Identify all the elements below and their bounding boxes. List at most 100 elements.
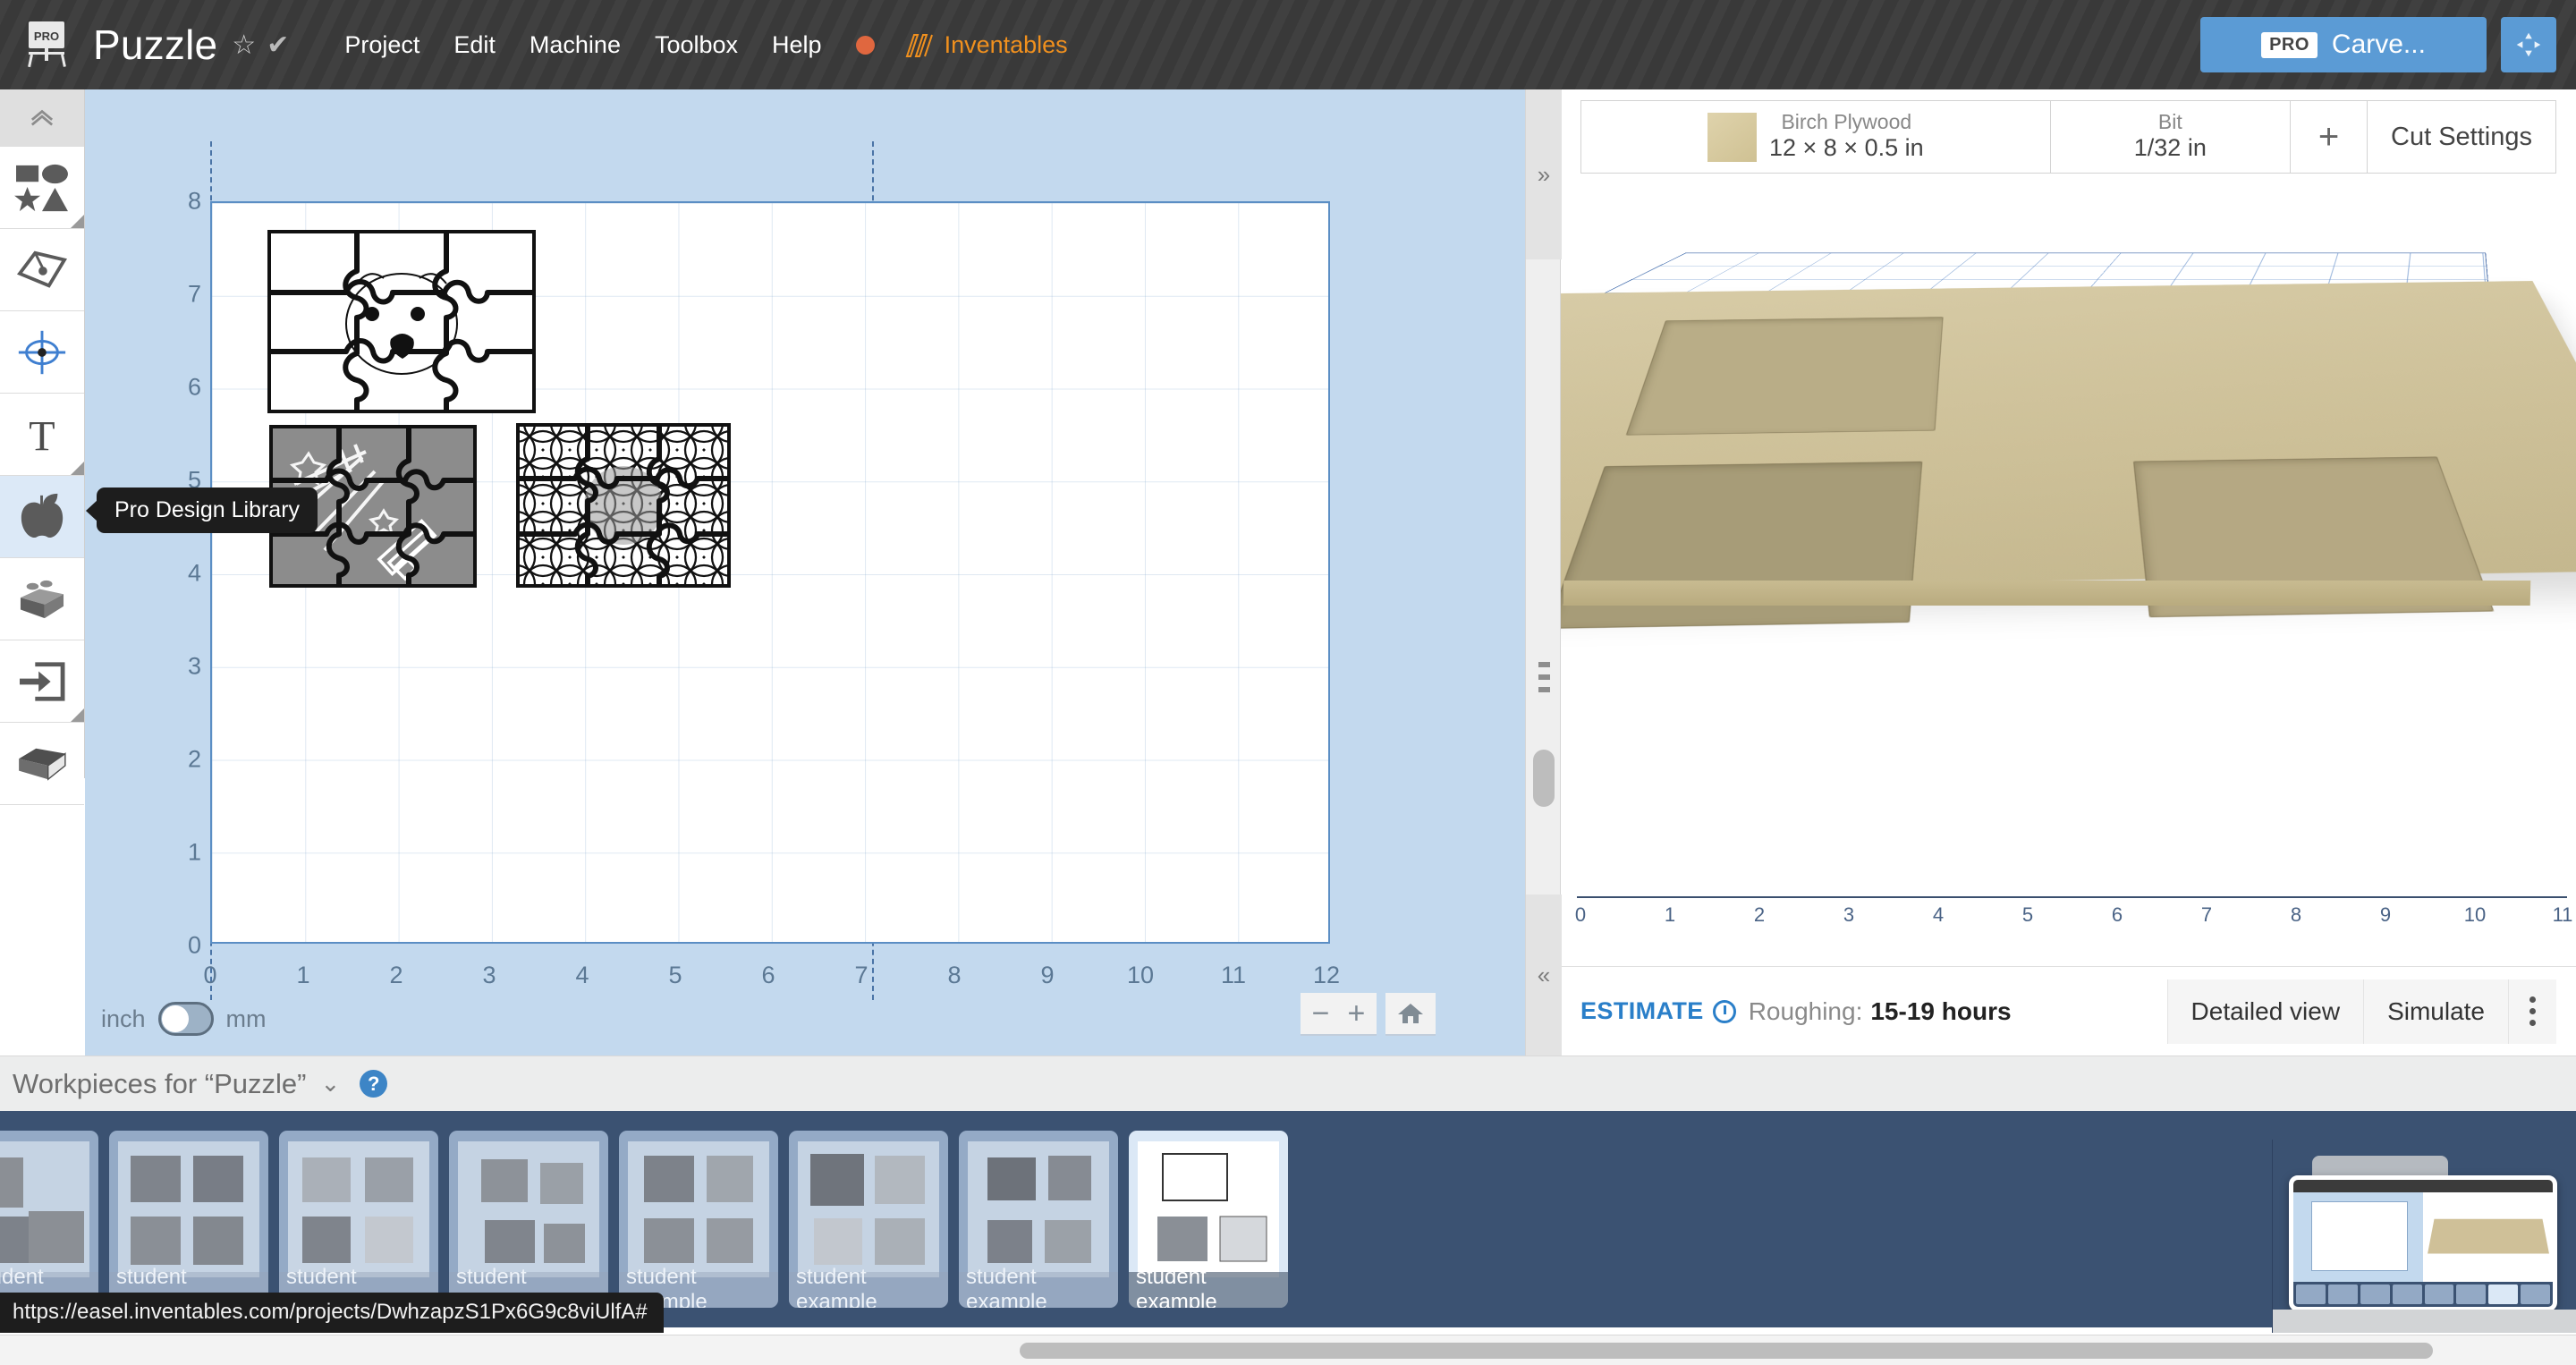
workpiece-label: student example — [789, 1265, 948, 1308]
page-title: Puzzle — [93, 21, 218, 68]
toggle-knob — [161, 1005, 189, 1032]
zoom-out-button[interactable]: − — [1312, 996, 1330, 1031]
x-tick: 4 — [575, 962, 589, 988]
pro-badge: PRO — [2261, 31, 2318, 58]
collapse-preview-button[interactable]: « — [1526, 894, 1562, 1056]
sidebar-item-building-blocks[interactable] — [0, 558, 84, 640]
sidebar-item-text-tool[interactable]: T — [0, 394, 84, 476]
list-item[interactable]: student example — [789, 1131, 948, 1308]
material-name: Birch Plywood — [1781, 109, 1912, 133]
x-tick: 3 — [482, 962, 496, 988]
roughing-label: Roughing: — [1748, 996, 1863, 1025]
sidebar-item-pro-design-library[interactable] — [0, 476, 84, 558]
screen-share-preview[interactable] — [2272, 1140, 2576, 1333]
lattice-pattern-puzzle[interactable] — [516, 423, 731, 588]
dog-face-carve — [1625, 317, 1944, 436]
unit-toggle-switch[interactable] — [157, 1002, 214, 1036]
zoom-in-button[interactable]: + — [1348, 996, 1366, 1031]
y-axis-ruler: 8 7 6 5 4 3 2 1 0 — [139, 188, 201, 959]
preview-canvas — [2293, 1192, 2423, 1282]
carve-button[interactable]: PRO Carve... — [2200, 17, 2487, 72]
sidebar-item-import[interactable] — [0, 640, 84, 723]
list-item[interactable]: student example — [279, 1131, 438, 1308]
y-tick: 6 — [187, 373, 201, 401]
zoom-buttons[interactable]: − + — [1301, 993, 1377, 1036]
three-d-preview[interactable]: 0 1 2 3 4 5 6 7 8 9 10 11 — [1561, 175, 2576, 962]
submenu-corner-icon — [71, 462, 84, 475]
preview-tick: 8 — [2290, 903, 2302, 926]
estimate-label: ESTIMATE — [1580, 997, 1704, 1024]
menu-project[interactable]: Project — [344, 31, 419, 59]
x-tick: 10 — [1126, 962, 1155, 988]
list-item-selected[interactable]: student example — [1129, 1131, 1288, 1308]
simulate-button[interactable]: Simulate — [2363, 979, 2508, 1044]
sidebar-item-origin-point[interactable] — [0, 311, 84, 394]
top-menu-bar: PRO Puzzle ☆ ✔ Project Edit Machine Tool… — [0, 0, 2576, 89]
sidebar-item-pen-tool[interactable] — [0, 229, 84, 311]
workpiece-thumbnail — [798, 1141, 939, 1277]
list-item[interactable]: student example — [619, 1131, 778, 1308]
material-selector[interactable]: Birch Plywood 12 × 8 × 0.5 in — [1581, 101, 2051, 173]
workpiece-label: student example — [959, 1265, 1118, 1308]
jog-control-icon[interactable] — [2501, 17, 2556, 72]
list-item[interactable]: student example — [449, 1131, 608, 1308]
cut-settings-button[interactable]: Cut Settings — [2368, 101, 2555, 173]
menu-edit[interactable]: Edit — [453, 31, 496, 59]
easel-pro-icon[interactable]: PRO — [23, 20, 70, 70]
sidebar-item-shapes[interactable] — [0, 147, 84, 229]
svg-text:T: T — [29, 412, 55, 457]
design-canvas[interactable]: 8 7 6 5 4 3 2 1 0 0 1 2 3 4 5 6 7 8 9 10… — [85, 89, 1525, 1056]
x-tick: 6 — [761, 962, 775, 988]
horizontal-scrollbar[interactable] — [0, 1335, 2576, 1365]
workpieces-title: Workpieces for “Puzzle” — [13, 1067, 307, 1099]
help-circle-icon[interactable]: ? — [360, 1070, 388, 1098]
unit-label-inch: inch — [101, 1005, 146, 1032]
unit-toggle[interactable]: inch mm — [101, 1002, 267, 1036]
submenu-corner-icon — [71, 215, 84, 228]
dog-eye-right — [411, 307, 425, 321]
x-tick: 11 — [1220, 962, 1247, 988]
workpiece-thumbnail — [288, 1141, 429, 1277]
preview-tick: 7 — [2200, 903, 2213, 926]
y-tick: 2 — [187, 745, 201, 773]
panel-splitter[interactable]: » « — [1525, 89, 1562, 1056]
detailed-view-button[interactable]: Detailed view — [2166, 979, 2364, 1044]
bit-value: 1/32 in — [2133, 134, 2207, 162]
laptop-screen-preview — [2289, 1175, 2557, 1311]
preview-workpiece — [2311, 1201, 2408, 1271]
preview-ruler: 0 1 2 3 4 5 6 7 8 9 10 11 — [1561, 896, 2576, 936]
svg-text:PRO: PRO — [34, 30, 59, 43]
expand-preview-button[interactable]: » — [1526, 89, 1562, 259]
dog-face-puzzle[interactable] — [267, 230, 536, 413]
scrollbar-thumb[interactable] — [1020, 1343, 2433, 1359]
status-bar-url: https://easel.inventables.com/projects/D… — [0, 1293, 664, 1333]
add-bit-button[interactable]: + — [2291, 101, 2368, 173]
roughing-value: 15-19 hours — [1870, 996, 2012, 1025]
clock-icon — [1712, 999, 1736, 1023]
bit-selector[interactable]: Bit 1/32 in — [2051, 101, 2292, 173]
star-icon[interactable]: ☆ — [232, 30, 256, 61]
sidebar-item-collapse-toolbar[interactable] — [0, 89, 84, 147]
list-item[interactable]: student example — [109, 1131, 268, 1308]
x-tick: 2 — [389, 962, 403, 988]
kebab-menu-icon[interactable] — [2508, 979, 2556, 1044]
list-item[interactable]: student example — [0, 1131, 98, 1308]
preview-tick: 4 — [1932, 903, 1945, 926]
preview-3d — [2423, 1192, 2553, 1282]
chevron-down-double-icon[interactable]: ⌄ — [320, 1070, 340, 1098]
sidebar-item-three-d-shapes[interactable] — [0, 723, 84, 805]
preview-board — [2427, 1218, 2549, 1254]
preview-tick: 11 — [2552, 903, 2573, 926]
workpieces-header: Workpieces for “Puzzle” ⌄ ? — [0, 1056, 2576, 1111]
inventables-link[interactable]: Inventables — [905, 31, 1068, 59]
preview-tick: 1 — [1664, 903, 1676, 926]
workpiece-thumbnail — [0, 1141, 89, 1277]
menu-machine[interactable]: Machine — [530, 31, 621, 59]
menu-help[interactable]: Help — [772, 31, 822, 59]
bit-label: Bit — [2157, 109, 2182, 133]
list-item[interactable]: student example — [959, 1131, 1118, 1308]
home-icon[interactable] — [1385, 993, 1436, 1036]
menu-toolbox[interactable]: Toolbox — [655, 31, 738, 59]
canvas-scrollbar-thumb[interactable] — [1533, 750, 1555, 807]
drag-handle-icon[interactable] — [1535, 662, 1553, 692]
